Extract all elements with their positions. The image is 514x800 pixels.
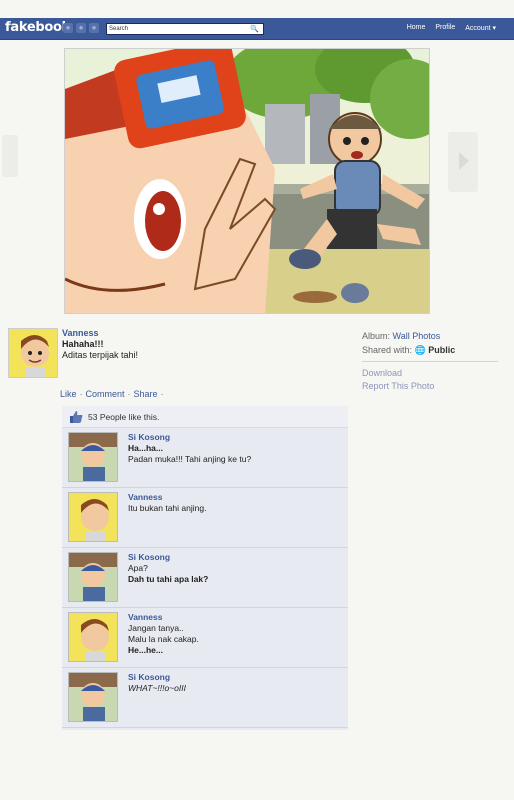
notifications-icon[interactable]: ● [89,23,99,33]
comment-line: Apa? [128,563,148,573]
comment-author[interactable]: Vanness [128,612,199,623]
comment-link[interactable]: Comment [86,389,125,399]
friend-requests-icon[interactable]: ● [63,23,73,33]
page: fakebook ● ● ● Search 🔍 Home Profile Acc… [0,0,514,800]
comment-line: Ha...ha... [128,443,163,453]
download-link[interactable]: Download [362,368,498,378]
post-actions: Like · Comment · Share · [60,389,167,399]
likes-summary: 53 People like this. [62,406,348,428]
album-label: Album: [362,331,391,341]
notification-icons: ● ● ● [63,23,99,33]
comic-illustration [65,49,429,313]
shared-with-label: Shared with: [362,345,413,355]
comment-item: Si Kosong WHAT~!!!o~oIII [62,668,348,728]
commenter-avatar[interactable] [68,612,118,662]
post-text-line: Hahaha!!! [62,339,104,349]
separator-dot: · [79,389,83,399]
likes-count-text[interactable]: 53 People like this. [88,412,159,422]
like-link[interactable]: Like [60,389,77,399]
comment-line: Dah tu tahi apa lak? [128,574,209,584]
post-content: Vanness Hahaha!!! Aditas terpijak tahi! [62,328,138,361]
avatar-image [69,613,117,661]
photo-sidebar: Album: Wall Photos Shared with: 🌐 Public… [362,331,498,394]
divider [362,361,498,362]
search-input[interactable]: Search 🔍 [106,23,264,35]
separator-dot: · [127,389,131,399]
report-photo-link[interactable]: Report This Photo [362,381,498,391]
comment-line: Jangan tanya.. [128,623,184,633]
comment-line: Itu bukan tahi anjing. [128,503,207,513]
main-photo[interactable] [64,48,430,314]
commenter-avatar[interactable] [68,492,118,542]
thumbs-up-icon[interactable] [70,411,83,423]
previous-photo-arrow[interactable] [2,135,18,177]
comment-item: Si Kosong Ha...ha... Padan muka!!! Tahi … [62,428,348,488]
comment-text: Si Kosong WHAT~!!!o~oIII [128,672,186,694]
post-text-line: Aditas terpijak tahi! [62,350,139,360]
avatar-image [69,433,117,481]
album-link[interactable]: Wall Photos [393,331,441,341]
commenter-avatar[interactable] [68,672,118,722]
search-icon[interactable]: 🔍 [250,25,259,35]
top-bar: fakebook ● ● ● Search 🔍 Home Profile Acc… [0,18,514,40]
comment-text: Vanness Itu bukan tahi anjing. [128,492,206,514]
brand-logo[interactable]: fakebook [5,20,70,35]
comment-text: Vanness Jangan tanya.. Malu la nak cakap… [128,612,199,656]
comment-author[interactable]: Si Kosong [128,432,251,443]
comment-line: He...he... [128,645,163,655]
album-row: Album: Wall Photos [362,331,498,341]
comment-text: Si Kosong Apa? Dah tu tahi apa lak? [128,552,208,585]
comments-list: Si Kosong Ha...ha... Padan muka!!! Tahi … [62,428,348,730]
comment-item: Si Kosong Apa? Dah tu tahi apa lak? [62,548,348,608]
comment-line: Malu la nak cakap. [128,634,199,644]
nav-profile-link[interactable]: Profile [435,24,455,32]
nav-account-link[interactable]: Account ▾ [465,24,496,32]
search-placeholder: Search [109,26,129,32]
share-link[interactable]: Share [134,389,158,399]
comment-line: Padan muka!!! Tahi anjing ke tu? [128,454,252,464]
post-author-name[interactable]: Vanness [62,328,138,339]
comment-line: WHAT~!!!o~oIII [128,683,186,693]
chevron-down-icon: ▾ [492,25,496,32]
comment-item: Vanness Itu bukan tahi anjing. [62,488,348,548]
nav-account-label: Account [465,25,491,32]
avatar-image [69,553,117,601]
comment-author[interactable]: Vanness [128,492,206,503]
comment-text: Si Kosong Ha...ha... Padan muka!!! Tahi … [128,432,251,465]
commenter-avatar[interactable] [68,552,118,602]
messages-icon[interactable]: ● [76,23,86,33]
comment-author[interactable]: Si Kosong [128,672,186,683]
next-photo-arrow[interactable] [448,132,478,192]
avatar-image [69,673,117,721]
privacy-row: Shared with: 🌐 Public [362,345,498,356]
nav-home-link[interactable]: Home [407,24,426,32]
globe-icon: 🌐 [414,345,426,355]
commenter-avatar[interactable] [68,432,118,482]
avatar-image [9,329,57,377]
comment-author[interactable]: Si Kosong [128,552,208,563]
top-nav: Home Profile Account ▾ [407,24,496,32]
comment-item: Vanness Jangan tanya.. Malu la nak cakap… [62,608,348,668]
separator-dot: · [160,389,164,399]
post-author-avatar[interactable] [8,328,58,378]
avatar-image [69,493,117,541]
privacy-value[interactable]: Public [428,345,455,355]
